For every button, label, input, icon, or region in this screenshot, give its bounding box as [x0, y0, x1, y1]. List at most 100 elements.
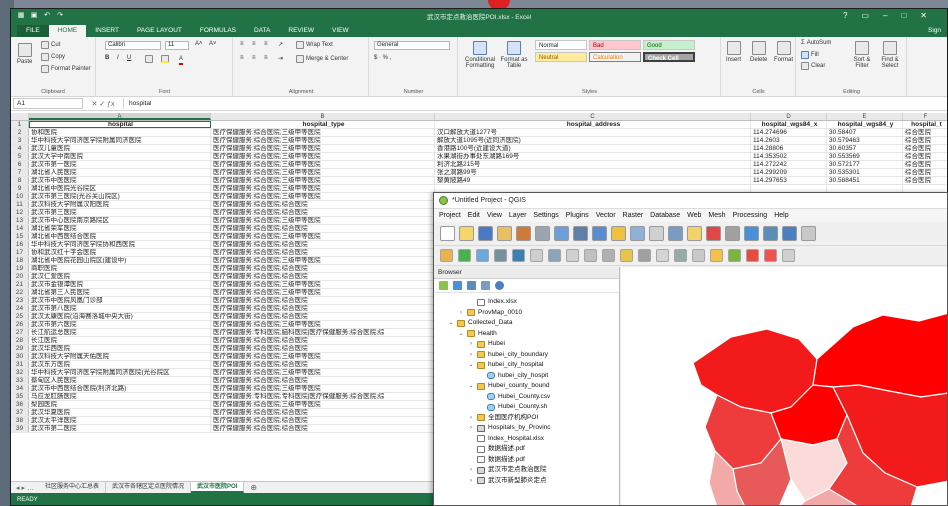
table-cell[interactable]: 医疗保健服务;综合医院;三级甲等医院	[211, 193, 435, 200]
new-map-view-icon[interactable]	[744, 226, 759, 241]
row-number[interactable]: 38	[11, 417, 29, 424]
name-box[interactable]: A1	[13, 98, 83, 109]
tree-item[interactable]: 数据描述.pdf	[434, 455, 619, 466]
table-cell[interactable]: 医疗保健服务;综合医院;三级甲等医院	[211, 217, 435, 224]
column-header-d[interactable]: D	[751, 113, 827, 120]
align-middle-icon[interactable]: ≡	[252, 41, 256, 47]
table-cell[interactable]: 30.58407	[827, 129, 903, 136]
cell-d1[interactable]: hospital_wgs84_x	[751, 121, 827, 128]
highlight-icon[interactable]	[746, 249, 759, 262]
cell-e1[interactable]: hospital_wgs84_y	[827, 121, 903, 128]
table-cell[interactable]: 长江航运总医院	[29, 329, 211, 336]
table-cell[interactable]: 医疗保健服务;综合医院;综合医院	[211, 361, 435, 368]
table-cell[interactable]: 医疗保健服务;综合医院;综合医院	[211, 417, 435, 424]
row-number[interactable]: 39	[11, 425, 29, 432]
table-cell[interactable]: 30.60357	[827, 145, 903, 152]
table-cell[interactable]: 华中科技大学同济医学院协和西医院	[29, 241, 211, 248]
add-vector-icon[interactable]	[458, 249, 471, 262]
table-cell[interactable]: 综合医院	[903, 161, 947, 168]
row-number[interactable]: 3	[11, 137, 29, 144]
delete-cells-button[interactable]: Delete	[750, 41, 767, 63]
find-select-button[interactable]: Find & Select	[877, 41, 903, 69]
table-cell[interactable]	[903, 185, 947, 192]
align-center-icon[interactable]: ≡	[252, 55, 256, 61]
chevron-down-icon[interactable]: ⌄	[458, 329, 464, 340]
column-header-e[interactable]: E	[827, 113, 903, 120]
zoom-layer-icon[interactable]	[668, 226, 683, 241]
number-ops[interactable]: $ · % ,	[374, 55, 391, 61]
table-cell[interactable]: 114.299209	[751, 169, 827, 176]
delete-icon[interactable]	[620, 249, 633, 262]
row-number[interactable]: 35	[11, 393, 29, 400]
row-number[interactable]: 13	[11, 217, 29, 224]
digitize-icon[interactable]	[566, 249, 579, 262]
menu-web[interactable]: Web	[687, 212, 701, 219]
table-cell[interactable]: 医疗保健服务;综合医院;综合医院	[211, 249, 435, 256]
table-cell[interactable]: 医疗保健服务;综合医院;三级甲等医院	[211, 321, 435, 328]
cell-f1[interactable]: hospital_t	[903, 121, 947, 128]
pan-icon[interactable]	[573, 226, 588, 241]
table-cell[interactable]: 综合医院	[903, 153, 947, 160]
row-number[interactable]: 32	[11, 369, 29, 376]
vertex-tool-icon[interactable]	[602, 249, 615, 262]
pin-icon[interactable]	[728, 249, 741, 262]
table-cell[interactable]: 武汉市第三医院	[29, 209, 211, 216]
tree-item[interactable]: Hubei_County.sh	[434, 402, 619, 413]
table-cell[interactable]: 武汉市中西医结合医院(利济北路)	[29, 385, 211, 392]
table-cell[interactable]: 长江医院	[29, 337, 211, 344]
table-cell[interactable]: 医疗保健服务;综合医院;三级甲等医院	[211, 145, 435, 152]
clear-button[interactable]: Clear	[801, 62, 825, 70]
table-cell[interactable]: 医疗保健服务;综合医院;三级甲等医院	[211, 289, 435, 296]
row-number[interactable]: 31	[11, 361, 29, 368]
table-cell[interactable]: 湖北省中医院光谷院区	[29, 185, 211, 192]
font-name-select[interactable]: Calibri	[105, 41, 161, 50]
save-edits-icon[interactable]	[548, 249, 561, 262]
zoom-out-icon[interactable]	[630, 226, 645, 241]
table-cell[interactable]	[827, 185, 903, 192]
table-cell[interactable]: 医疗保健服务;综合医院;三级甲等医院	[211, 233, 435, 240]
row-number[interactable]: 1	[11, 121, 29, 128]
menu-settings[interactable]: Settings	[533, 212, 558, 219]
table-cell[interactable]: 30.588451	[827, 177, 903, 184]
table-cell[interactable]: 医疗保健服务;专科医院;脑科医院|医疗保健服务;综合医院;综	[211, 329, 435, 336]
tab-file[interactable]: FILE	[17, 25, 49, 37]
row-number[interactable]: 5	[11, 153, 29, 160]
table-cell[interactable]: 医疗保健服务;综合医院;三级甲等医院	[211, 177, 435, 184]
tree-item[interactable]: › 全国医疗机构POI	[434, 413, 619, 424]
save-as-icon[interactable]	[497, 226, 512, 241]
font-color-icon[interactable]: A	[179, 55, 184, 65]
align-right-icon[interactable]: ≡	[264, 55, 268, 61]
open-project-icon[interactable]	[459, 226, 474, 241]
column-header-b[interactable]: B	[211, 113, 435, 120]
undo-icon[interactable]	[692, 249, 705, 262]
italic-icon[interactable]: I	[117, 55, 119, 61]
table-cell[interactable]: 武汉科技大学附属汉阳医院	[29, 201, 211, 208]
table-cell[interactable]: 医疗保健服务;综合医院;三级甲等医院	[211, 385, 435, 392]
row-number[interactable]: 20	[11, 273, 29, 280]
cell-a1[interactable]: hospital	[29, 121, 211, 128]
tree-item[interactable]: Hubei_County.csv	[434, 392, 619, 403]
add-spatialite-icon[interactable]	[512, 249, 525, 262]
tree-item[interactable]: › ProvMap_0010	[434, 308, 619, 319]
row-number[interactable]: 23	[11, 297, 29, 304]
style-neutral[interactable]: Neutral	[535, 52, 587, 62]
row-number[interactable]: 30	[11, 353, 29, 360]
tab-formulas[interactable]: FORMULAS	[191, 25, 245, 37]
row-number[interactable]: 29	[11, 345, 29, 352]
format-cells-button[interactable]: Format	[774, 41, 793, 63]
table-cell[interactable]: 医疗保健服务;综合医院;三级甲等医院	[211, 169, 435, 176]
table-cell[interactable]: 医疗保健服务;综合医院;三级甲等医院	[211, 137, 435, 144]
filter-icon[interactable]	[467, 281, 476, 290]
map-canvas[interactable]	[621, 267, 947, 505]
pan-to-selection-icon[interactable]	[592, 226, 607, 241]
maximize-icon[interactable]: □	[901, 11, 906, 20]
row-number[interactable]: 27	[11, 329, 29, 336]
style-normal[interactable]: Normal	[535, 40, 587, 50]
save-project-icon[interactable]	[478, 226, 493, 241]
table-cell[interactable]	[751, 185, 827, 192]
table-cell[interactable]: 湖北省中西医结合医院	[29, 233, 211, 240]
add-delimited-icon[interactable]	[494, 249, 507, 262]
table-cell[interactable]: 协和武汉红十字会医院	[29, 249, 211, 256]
add-sheet-icon[interactable]: ⊕	[244, 482, 263, 493]
menu-project[interactable]: Project	[439, 212, 461, 219]
